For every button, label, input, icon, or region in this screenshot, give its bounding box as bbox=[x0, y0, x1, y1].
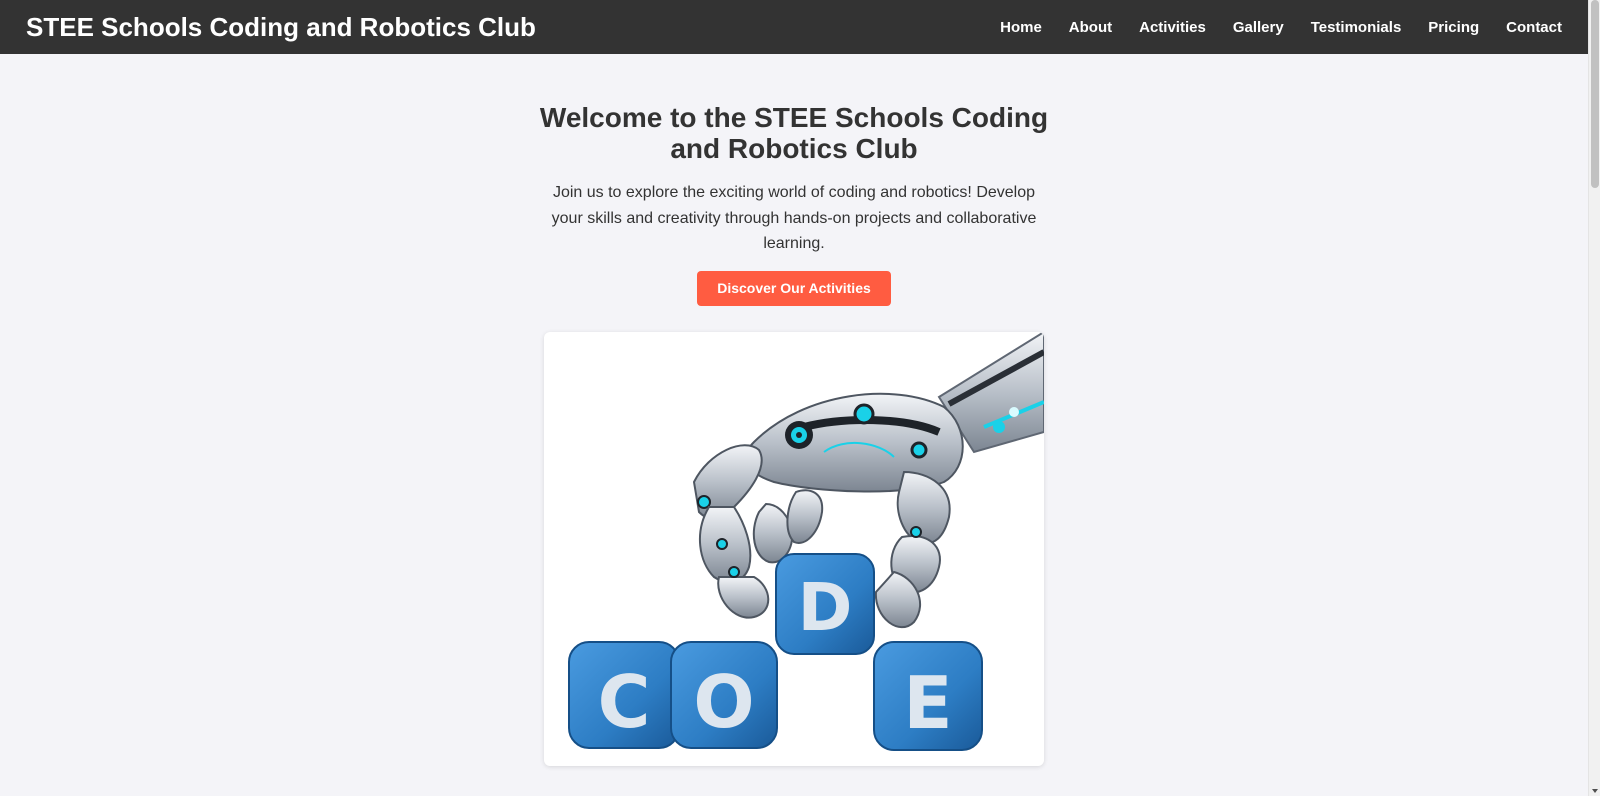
letter-block-e: E bbox=[873, 640, 983, 751]
hero-description: Join us to explore the exciting world of… bbox=[551, 184, 1037, 252]
letter-block-c: C bbox=[568, 640, 680, 749]
nav-link-home[interactable]: Home bbox=[1000, 19, 1042, 36]
nav-links: Home About Activities Gallery Testimonia… bbox=[1000, 19, 1562, 36]
letter-block-d: D bbox=[775, 552, 875, 655]
hero-title: Welcome to the STEE Schools Coding and R… bbox=[539, 102, 1049, 164]
nav-link-gallery[interactable]: Gallery bbox=[1233, 19, 1284, 36]
hero-section: Welcome to the STEE Schools Coding and R… bbox=[0, 54, 1588, 766]
scrollbar-thumb[interactable] bbox=[1591, 0, 1599, 188]
site-brand[interactable]: STEE Schools Coding and Robotics Club bbox=[26, 12, 536, 43]
scroll-down-arrow-icon[interactable] bbox=[1592, 789, 1598, 793]
hero-image: D C O E bbox=[544, 331, 1044, 766]
svg-text:C: C bbox=[598, 660, 651, 744]
svg-text:O: O bbox=[693, 660, 754, 744]
robot-hand-code-illustration: D C O E bbox=[568, 331, 1044, 751]
navbar: STEE Schools Coding and Robotics Club Ho… bbox=[0, 0, 1588, 54]
nav-link-activities[interactable]: Activities bbox=[1139, 19, 1206, 36]
nav-link-contact[interactable]: Contact bbox=[1506, 19, 1562, 36]
robot-middle-finger bbox=[752, 488, 824, 563]
nav-link-testimonials[interactable]: Testimonials bbox=[1311, 19, 1402, 36]
svg-text:E: E bbox=[903, 661, 952, 745]
letter-block-o: O bbox=[670, 640, 778, 749]
nav-link-about[interactable]: About bbox=[1069, 19, 1112, 36]
svg-text:D: D bbox=[798, 569, 853, 646]
discover-activities-button[interactable]: Discover Our Activities bbox=[697, 270, 891, 306]
page-scrollbar[interactable] bbox=[1588, 0, 1600, 796]
nav-link-pricing[interactable]: Pricing bbox=[1428, 19, 1479, 36]
robot-palm bbox=[744, 392, 964, 492]
robot-outer-fingers bbox=[874, 470, 951, 628]
